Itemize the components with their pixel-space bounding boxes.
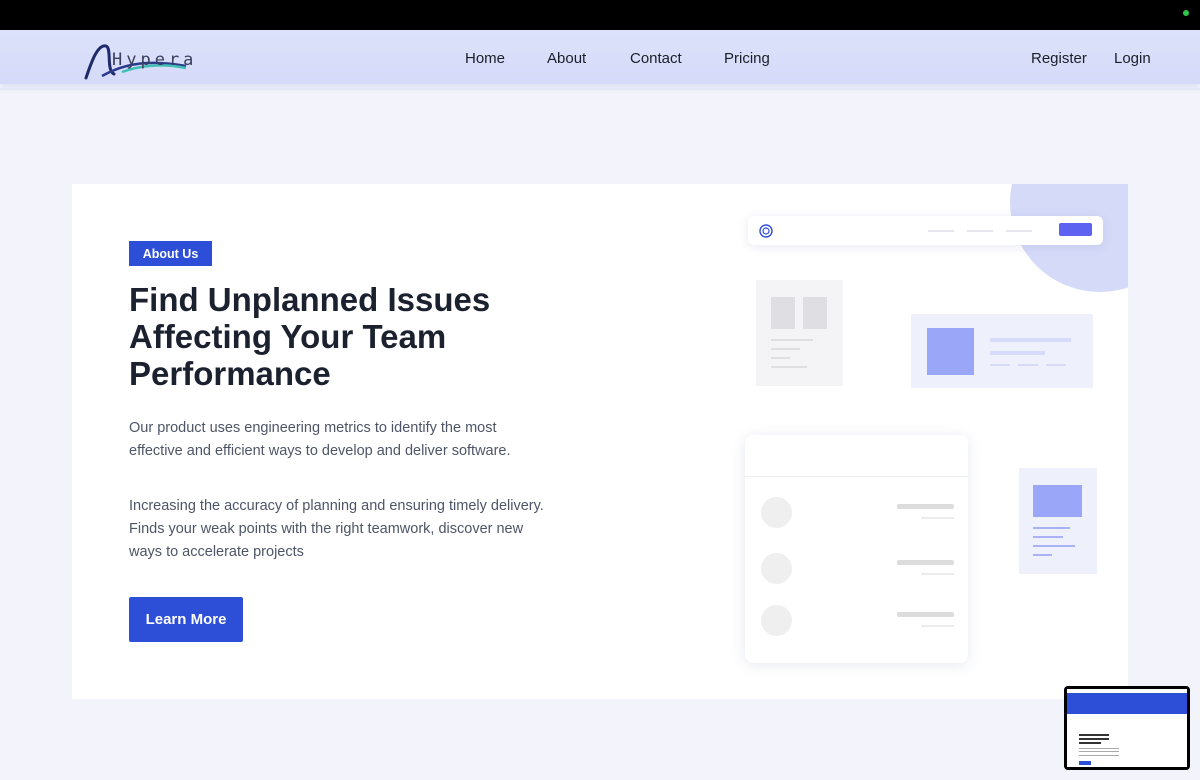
list-avatar xyxy=(761,553,792,584)
list-subbar xyxy=(921,517,954,519)
system-top-bar xyxy=(0,0,1200,30)
mock-nav-line xyxy=(1006,230,1032,232)
window-preview-thumbnail[interactable] xyxy=(1064,686,1190,770)
illustration-mock-navbar xyxy=(748,216,1103,245)
login-link[interactable]: Login xyxy=(1114,50,1151,67)
doc-block xyxy=(803,297,827,329)
nav-home-link[interactable]: Home xyxy=(465,50,505,67)
thumbnail-screen xyxy=(1067,689,1187,767)
thumbnail-text-line xyxy=(1079,755,1119,756)
panel-line xyxy=(1046,364,1066,366)
list-avatar xyxy=(761,497,792,528)
thumbnail-button xyxy=(1079,761,1091,765)
nav-contact-link[interactable]: Contact xyxy=(630,50,682,67)
panel-line xyxy=(1018,364,1038,366)
list-subbar xyxy=(921,573,954,575)
register-link[interactable]: Register xyxy=(1031,50,1087,67)
list-bar xyxy=(897,504,954,509)
mini-card-image xyxy=(1033,485,1082,517)
doc-line xyxy=(771,348,800,350)
list-bar xyxy=(897,612,954,617)
doc-line xyxy=(771,357,790,359)
list-subbar xyxy=(921,625,954,627)
list-avatar xyxy=(761,605,792,636)
illustration-panel xyxy=(911,314,1093,388)
navbar-divider xyxy=(0,88,1200,90)
camera-indicator-icon xyxy=(1183,10,1189,16)
thumbnail-title-line xyxy=(1079,734,1109,736)
site-navbar: Hypera Home About Contact Pricing Regist… xyxy=(0,30,1200,84)
mock-nav-button xyxy=(1059,223,1092,236)
illustration-mini-card xyxy=(1019,468,1097,574)
illustration-list-card xyxy=(745,435,968,663)
mini-card-line xyxy=(1033,527,1070,529)
thumbnail-title-line xyxy=(1079,738,1109,740)
hero-paragraph-1: Our product uses engineering metrics to … xyxy=(129,420,511,459)
hero-title: Find Unplanned Issues Affecting Your Tea… xyxy=(129,281,491,392)
mock-nav-line xyxy=(967,230,993,232)
mini-card-line xyxy=(1033,545,1075,547)
spiral-icon xyxy=(759,224,773,238)
thumbnail-text-line xyxy=(1079,751,1119,752)
panel-image xyxy=(927,328,974,375)
logo-wordmark: Hypera xyxy=(112,50,198,70)
panel-line xyxy=(990,364,1010,366)
hero-card: About Us Find Unplanned Issues Affecting… xyxy=(72,184,1128,699)
doc-block xyxy=(771,297,795,329)
hero-paragraph-2: Increasing the accuracy of planning and … xyxy=(129,498,544,560)
panel-line xyxy=(990,351,1045,355)
section-badge: About Us xyxy=(129,241,212,266)
illustration-document xyxy=(756,280,843,386)
thumbnail-title-line xyxy=(1079,742,1101,744)
brand-logo[interactable]: Hypera xyxy=(82,40,202,82)
mini-card-line xyxy=(1033,554,1052,556)
doc-line xyxy=(771,339,813,341)
list-card-divider xyxy=(745,476,968,477)
nav-pricing-link[interactable]: Pricing xyxy=(724,50,770,67)
learn-more-button[interactable]: Learn More xyxy=(129,597,243,642)
thumbnail-text-line xyxy=(1079,748,1119,749)
mock-nav-line xyxy=(928,230,954,232)
mini-card-line xyxy=(1033,536,1063,538)
panel-line xyxy=(990,338,1071,342)
nav-about-link[interactable]: About xyxy=(547,50,586,67)
doc-line xyxy=(771,366,807,368)
thumbnail-header-band xyxy=(1067,693,1187,714)
list-bar xyxy=(897,560,954,565)
